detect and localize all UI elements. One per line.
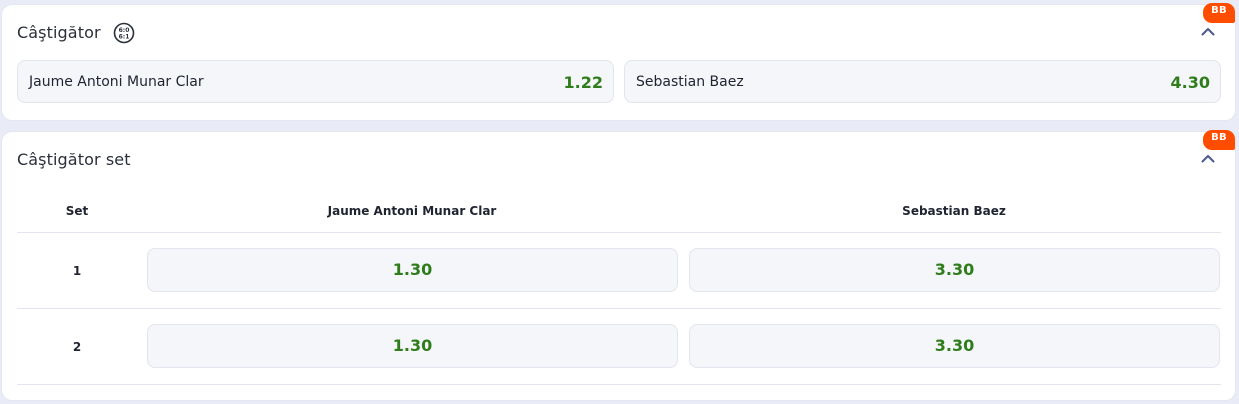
set-winner-market-card: BB Câştigător set Set Jaume Antoni Munar…: [2, 130, 1235, 400]
outcome-button-player-2[interactable]: Sebastian Baez 4.30: [624, 60, 1221, 103]
bet-builder-badge: BB: [1203, 3, 1235, 23]
odds-button-set-1-player-2[interactable]: 3.30: [689, 248, 1220, 292]
odds-value: 3.30: [934, 336, 975, 355]
set-number: 2: [72, 340, 82, 354]
outcome-name: Sebastian Baez: [636, 74, 744, 90]
chevron-up-icon[interactable]: [1201, 27, 1215, 36]
outcome-odds: 1.22: [563, 73, 603, 92]
outcome-odds: 4.30: [1170, 73, 1210, 92]
odds-button-set-1-player-1[interactable]: 1.30: [147, 248, 678, 292]
winner-market-card: BB Câştigător 6:0 6:1 Jaume Antoni Munar…: [2, 3, 1235, 120]
row-divider: [17, 232, 1221, 233]
outcome-button-player-1[interactable]: Jaume Antoni Munar Clar 1.22: [17, 60, 614, 103]
column-header-player-1: Jaume Antoni Munar Clar: [327, 204, 497, 218]
odds-value: 1.30: [392, 336, 433, 355]
odds-value: 3.30: [934, 260, 975, 279]
score-board-icon[interactable]: 6:0 6:1: [113, 22, 135, 44]
column-header-set: Set: [65, 204, 89, 218]
set-number: 1: [72, 264, 82, 278]
market-title: Câştigător: [17, 23, 101, 42]
column-header-player-2: Sebastian Baez: [902, 204, 1006, 218]
row-divider: [17, 308, 1221, 309]
chevron-up-icon[interactable]: [1201, 154, 1215, 163]
row-divider: [17, 384, 1221, 385]
svg-text:6:1: 6:1: [119, 34, 130, 41]
outcome-name: Jaume Antoni Munar Clar: [29, 74, 204, 90]
bet-builder-badge: BB: [1203, 130, 1235, 150]
odds-button-set-2-player-1[interactable]: 1.30: [147, 324, 678, 368]
odds-button-set-2-player-2[interactable]: 3.30: [689, 324, 1220, 368]
market-title: Câştigător set: [17, 150, 131, 169]
odds-value: 1.30: [392, 260, 433, 279]
